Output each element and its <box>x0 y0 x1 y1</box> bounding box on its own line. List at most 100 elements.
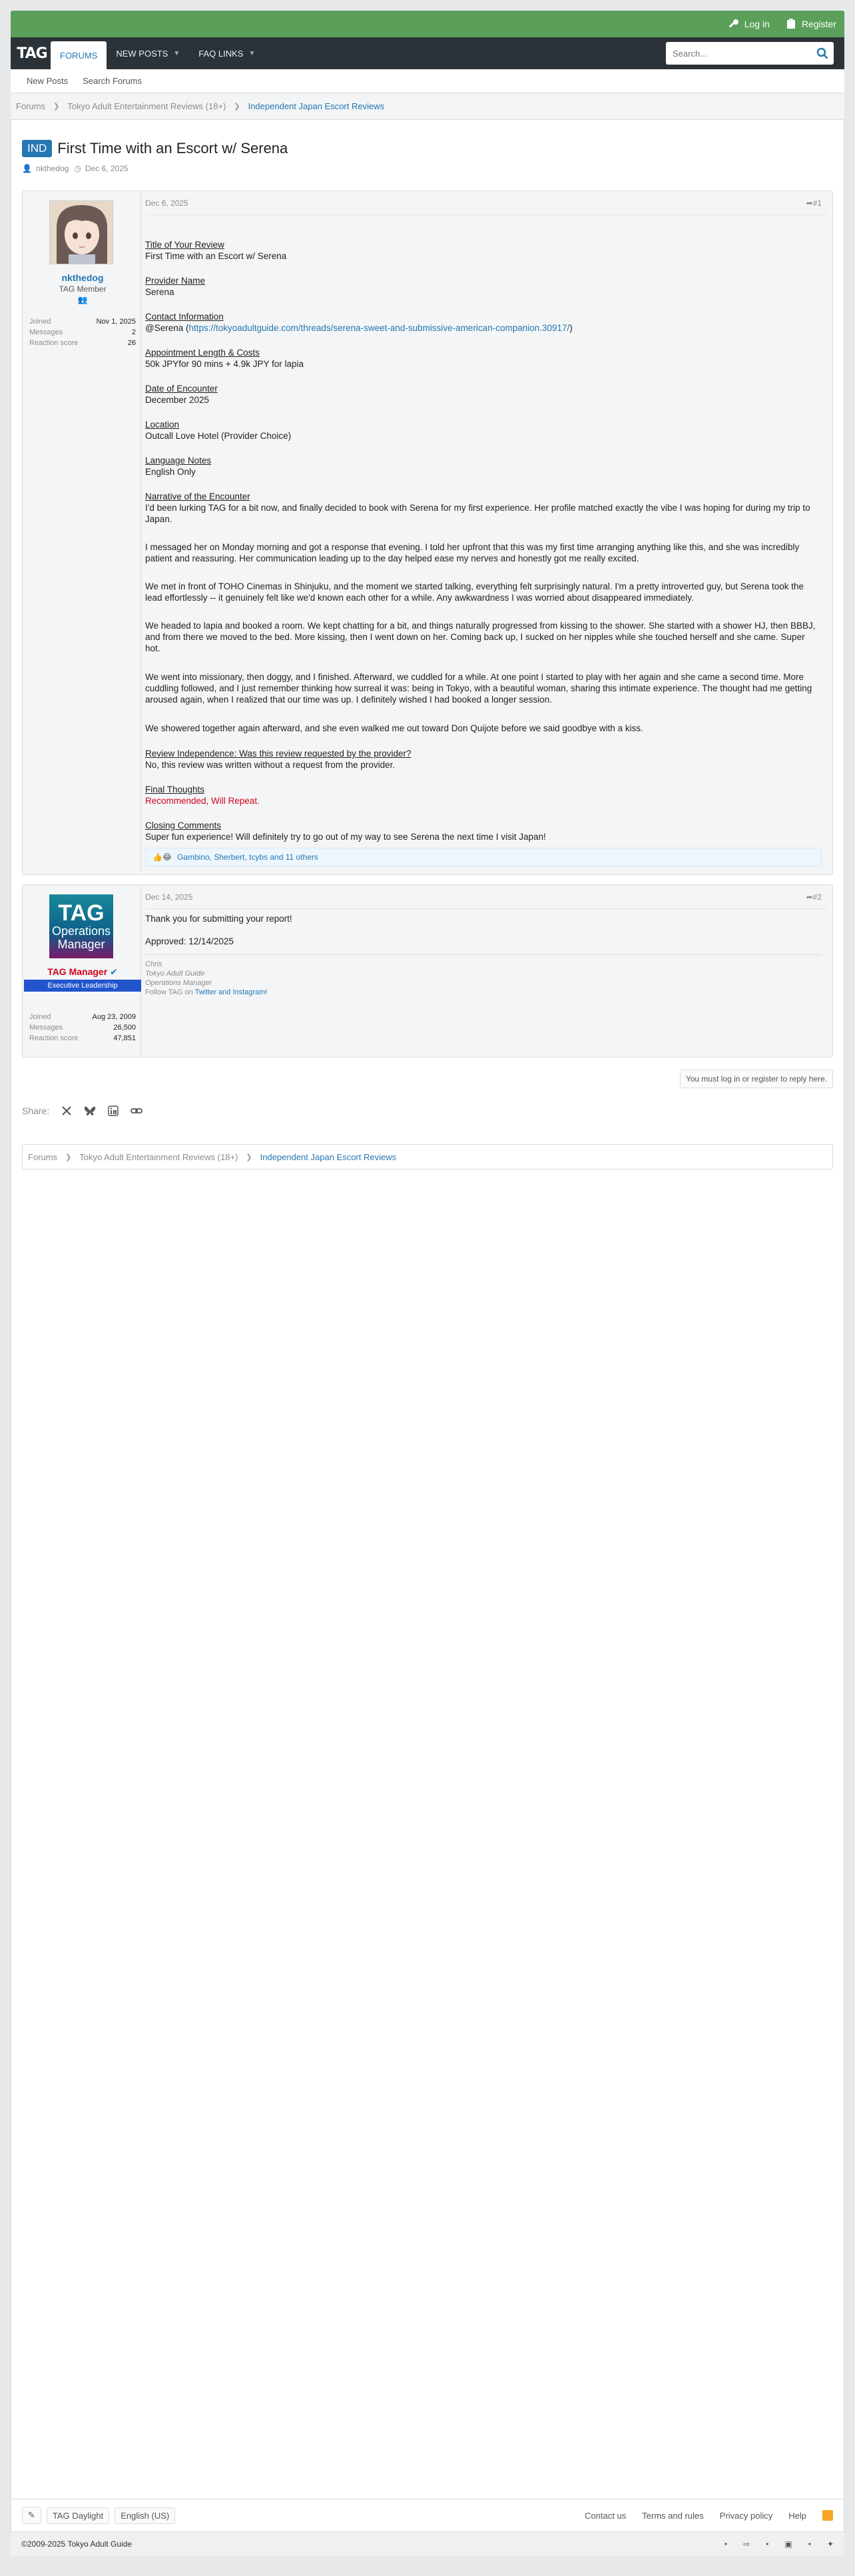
register-icon <box>786 19 795 29</box>
footer-link-contact[interactable]: Contact us <box>585 2511 626 2521</box>
share-bar: Share: <box>22 1106 143 1116</box>
twitter-icon[interactable]: ✦ <box>827 2539 834 2549</box>
section-value: Super fun experience! Will definitely tr… <box>145 832 546 842</box>
section-value: December 2025 <box>145 395 210 405</box>
breadcrumb-tokyo-reviews[interactable]: Tokyo Adult Entertainment Reviews (18+) <box>67 101 226 111</box>
footer-social-icons: • ⇨ • ▣ • ✦ <box>709 2539 834 2549</box>
provider-thread-link[interactable]: https://tokyoadultguide.com/threads/sere… <box>188 323 569 333</box>
top-bar: Log in Register <box>11 11 844 37</box>
bluesky-icon[interactable] <box>84 1106 96 1116</box>
user-icon: 👤 <box>22 164 32 173</box>
thread-title: IND First Time with an Escort w/ Serena <box>22 140 288 157</box>
footer-bottom: ©2009-2025 Tokyo Adult Guide • ⇨ • ▣ • ✦ <box>11 2532 844 2556</box>
chevron-down-icon[interactable]: ▼ <box>173 50 180 57</box>
review-section: Location Outcall Love Hotel (Provider Ch… <box>145 419 291 442</box>
signature-line: Chris <box>145 960 162 968</box>
stat-value: 47,851 <box>113 1034 136 1042</box>
style-chooser[interactable]: TAG Daylight <box>46 2507 110 2524</box>
breadcrumb-forums[interactable]: Forums <box>16 101 45 111</box>
share-icon[interactable]: ➦ <box>806 892 813 902</box>
login-link[interactable]: Log in <box>728 19 770 29</box>
avatar-tag-text: TAG <box>58 900 105 926</box>
section-value: 50k JPYfor 90 mins + 4.9k JPY for lapia <box>145 359 304 369</box>
section-label: Provider Name <box>145 276 206 286</box>
post-2-user-cell: TAG Operations Manager TAG Manager ✔ Exe… <box>24 886 141 1056</box>
reactions-list[interactable]: Gambino, Sherbert, tcybs and 11 others <box>177 852 318 863</box>
signature-divider <box>145 954 822 955</box>
reactions-bar[interactable]: 👍😂 Gambino, Sherbert, tcybs and 11 other… <box>145 848 822 866</box>
linkedin-icon[interactable] <box>108 1106 119 1116</box>
stat-value[interactable]: 26,500 <box>113 1024 136 1032</box>
login-to-reply-notice: You must log in or register to reply her… <box>680 1070 833 1088</box>
post-number[interactable]: #2 <box>813 892 822 902</box>
tab-forums[interactable]: FORUMS <box>51 41 107 69</box>
search-box <box>666 42 834 65</box>
rss-icon[interactable] <box>822 2510 833 2521</box>
subnav-search-forums[interactable]: Search Forums <box>83 76 142 86</box>
thread-prefix[interactable]: IND <box>22 140 53 157</box>
social-link[interactable]: Twitter and Instagram! <box>195 988 268 996</box>
final-thoughts-section: Final Thoughts Recommended, Will Repeat. <box>145 784 260 806</box>
site-logo[interactable]: TAG <box>13 37 51 69</box>
avatar-operations-text: Operations <box>51 924 111 938</box>
section-label: Date of Encounter <box>145 384 218 394</box>
link-icon[interactable] <box>131 1106 143 1116</box>
username[interactable]: TAG Manager ✔ <box>24 966 141 978</box>
section-label: Location <box>145 420 180 430</box>
anime-avatar-image <box>50 201 113 264</box>
edit-style-icon[interactable]: ✎ <box>22 2507 41 2524</box>
subnav-new-posts[interactable]: New Posts <box>27 76 68 86</box>
post-header: Dec 6, 2025 ➦ #1 <box>145 191 827 215</box>
breadcrumb-tokyo-reviews[interactable]: Tokyo Adult Entertainment Reviews (18+) <box>79 1152 238 1162</box>
narrative-paragraph: I messaged her on Monday morning and got… <box>145 542 800 563</box>
breadcrumb-escort-reviews[interactable]: Independent Japan Escort Reviews <box>260 1152 397 1162</box>
post-header: Dec 14, 2025 ➦ #2 <box>145 885 827 909</box>
thread-date[interactable]: Dec 6, 2025 <box>85 164 129 173</box>
narrative-label: Narrative of the Encounter <box>145 491 250 501</box>
breadcrumb-forums[interactable]: Forums <box>28 1152 57 1162</box>
post-date[interactable]: Dec 6, 2025 <box>145 198 188 208</box>
footer: ✎ TAG Daylight English (US) Contact us T… <box>11 2499 844 2565</box>
footer-links: Contact us Terms and rules Privacy polic… <box>569 2510 833 2521</box>
footer-link-privacy[interactable]: Privacy policy <box>720 2511 772 2521</box>
instagram-icon[interactable]: ▣ <box>784 2539 792 2549</box>
search-input[interactable] <box>666 42 811 65</box>
stat-label: Reaction score <box>29 1034 79 1042</box>
section-label: Appointment Length & Costs <box>145 348 260 358</box>
independence-section: Review Independence: Was this review req… <box>145 748 411 771</box>
breadcrumb-escort-reviews[interactable]: Independent Japan Escort Reviews <box>248 101 385 111</box>
narrative-paragraph: We went into missionary, then doggy, and… <box>145 672 812 705</box>
review-section: Appointment Length & Costs 50k JPYfor 90… <box>145 347 304 370</box>
username[interactable]: nkthedog <box>24 272 141 283</box>
avatar[interactable]: TAG Operations Manager <box>49 894 113 958</box>
language-chooser[interactable]: English (US) <box>115 2507 176 2524</box>
user-badge: Executive Leadership <box>24 980 141 992</box>
user-stats: Joined Nov 1, 2025 Messages 2 Reaction sco… <box>29 318 136 350</box>
footer-top: ✎ TAG Daylight English (US) Contact us T… <box>11 2499 844 2532</box>
post-1-user-cell: nkthedog TAG Member 👥 Joined Nov 1, 2025 … <box>24 192 141 872</box>
username-label: TAG Manager <box>47 966 108 977</box>
stat-value[interactable]: 2 <box>132 328 136 336</box>
signature-line: Tokyo Adult Guide <box>145 970 205 978</box>
post-2: TAG Operations Manager TAG Manager ✔ Exe… <box>22 884 833 1058</box>
search-button[interactable] <box>811 42 834 65</box>
post-number[interactable]: #1 <box>813 198 822 208</box>
thread-author[interactable]: nkthedog <box>36 164 69 173</box>
share-icon[interactable]: ➦ <box>806 198 813 208</box>
tab-faq-links[interactable]: FAQ LINKS ▼ <box>189 37 264 69</box>
chevron-down-icon[interactable]: ▼ <box>248 50 255 57</box>
section-value: Serena <box>145 287 174 297</box>
register-link[interactable]: Register <box>786 19 836 29</box>
tab-new-posts[interactable]: NEW POSTS ▼ <box>107 37 189 69</box>
page-title: First Time with an Escort w/ Serena <box>57 140 288 157</box>
footer-link-help[interactable]: Help <box>788 2511 806 2521</box>
review-section: Contact Information @Serena (https://tok… <box>145 311 573 334</box>
post-date[interactable]: Dec 14, 2025 <box>145 892 192 902</box>
stat-label: Reaction score <box>29 339 79 347</box>
user-stats: Joined Aug 23, 2009 Messages 26,500 Reacti… <box>29 1013 136 1045</box>
section-label: Closing Comments <box>145 820 222 830</box>
forward-icon[interactable]: ⇨ <box>743 2539 750 2549</box>
avatar[interactable] <box>49 200 113 264</box>
footer-link-terms[interactable]: Terms and rules <box>642 2511 703 2521</box>
x-icon[interactable] <box>61 1106 72 1116</box>
